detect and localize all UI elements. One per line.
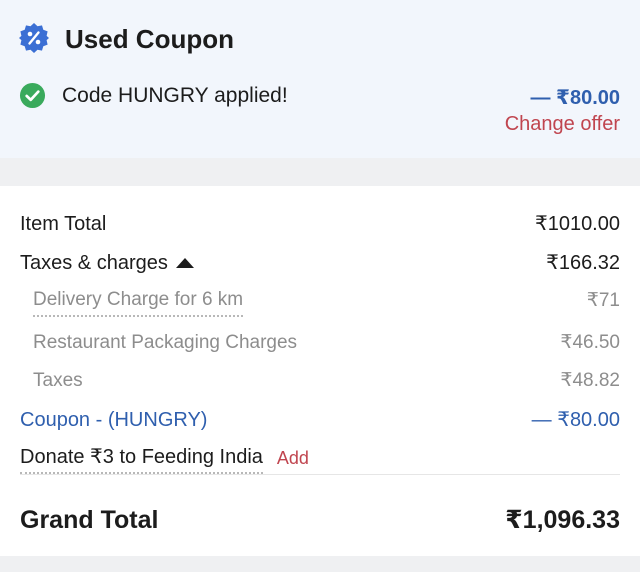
divider [20,474,620,475]
percent-badge-icon [19,23,49,53]
taxes-label: Taxes [33,370,83,391]
check-circle-icon [19,82,46,109]
taxes-row: Taxes ₹48.82 [33,367,620,395]
item-total-label: Item Total [20,213,107,235]
donate-label: Donate ₹3 to Feeding India [20,443,263,474]
bottom-gap [0,556,640,572]
donate-add-button[interactable]: Add [277,444,309,472]
taxes-charges-value: ₹166.32 [546,252,620,274]
caret-up-icon[interactable] [175,258,194,268]
taxes-charges-label: Taxes & charges [20,252,168,274]
coupon-section: Used Coupon Code HUNGRY applied! — ₹80.0… [0,0,640,158]
grand-total-row: Grand Total ₹1,096.33 [20,500,620,540]
coupon-discount-row: Coupon - (HUNGRY) — ₹80.00 [20,406,620,434]
delivery-charge-label[interactable]: Delivery Charge for 6 km [33,286,244,317]
delivery-charge-row: Delivery Charge for 6 km ₹71 [33,286,620,317]
coupon-title: Used Coupon [65,24,234,54]
item-total-value: ₹1010.00 [534,213,620,235]
section-gap [0,158,640,186]
coupon-line-value: — ₹80.00 [531,409,620,431]
grand-total-label: Grand Total [20,505,159,534]
donate-row: Donate ₹3 to Feeding India Add [20,443,620,474]
delivery-charge-value: ₹71 [586,290,620,311]
bill-details: Item Total ₹1010.00 Taxes & charges ₹166… [0,186,640,556]
coupon-applied-text: Code HUNGRY applied! [62,84,288,107]
packaging-charges-row: Restaurant Packaging Charges ₹46.50 [33,329,620,357]
packaging-charges-label: Restaurant Packaging Charges [33,332,298,353]
packaging-charges-value: ₹46.50 [560,332,620,353]
grand-total-value: ₹1,096.33 [505,506,620,534]
coupon-discount-amount: — ₹80.00 [530,87,620,109]
item-total-row: Item Total ₹1010.00 [20,210,620,238]
change-offer-link[interactable]: Change offer [505,111,620,137]
taxes-charges-row[interactable]: Taxes & charges ₹166.32 [20,249,620,277]
coupon-line-label: Coupon - (HUNGRY) [20,409,208,431]
taxes-value: ₹48.82 [560,370,620,391]
